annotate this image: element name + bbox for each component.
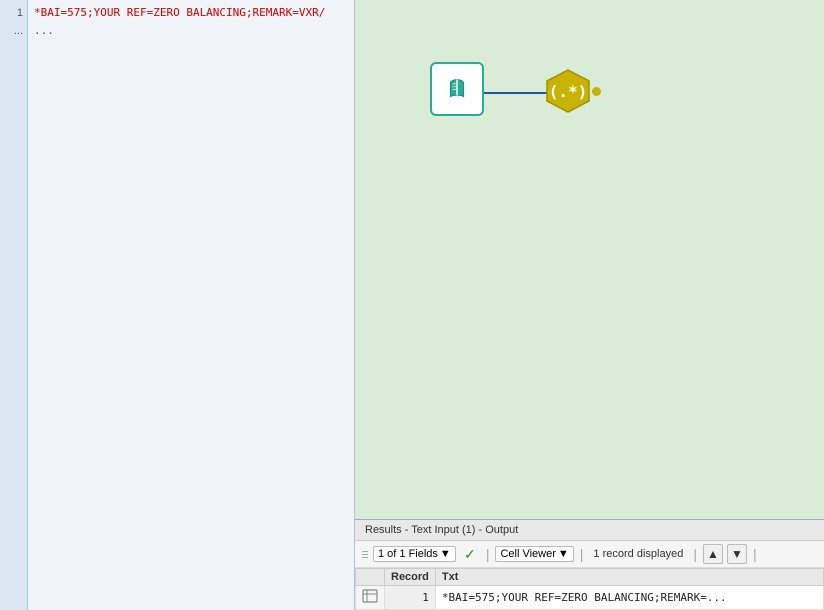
col-txt-header: Txt — [435, 569, 823, 586]
grip-line-3 — [362, 557, 368, 558]
left-panel: 1 ... *BAI=575;YOUR REF=ZERO BALANCING;R… — [0, 0, 355, 610]
canvas-area[interactable]: (.*) — [355, 0, 824, 519]
svg-text:(.*): (.*) — [549, 82, 588, 101]
browse-row-icon — [362, 588, 378, 604]
row-txt-cell: *BAI=575;YOUR REF=ZERO BALANCING;REMARK=… — [435, 586, 823, 610]
grip-line-1 — [362, 551, 368, 552]
regex-hex-icon: (.*) — [545, 68, 591, 114]
check-icon: ✓ — [464, 546, 476, 563]
row-num-cell: 1 — [385, 586, 436, 610]
data-row-1: *BAI=575;YOUR REF=ZERO BALANCING;REMARK=… — [34, 4, 348, 22]
fields-text: 1 of 1 Fields — [378, 548, 438, 560]
row-numbers: 1 ... — [0, 0, 28, 610]
connector-line — [484, 92, 548, 94]
grip-line-2 — [362, 554, 368, 555]
toolbar-separator-1: | — [484, 546, 492, 562]
results-header-text: Results - Text Input (1) - Output — [365, 524, 518, 536]
cell-viewer-button[interactable]: Cell Viewer ▼ — [495, 546, 573, 562]
row-num-dots: ... — [14, 22, 23, 40]
fields-selector[interactable]: 1 of 1 Fields ▼ — [373, 546, 456, 562]
table-header-row: Record Txt — [356, 569, 824, 586]
col-browse-icon — [356, 569, 385, 586]
book-icon — [440, 72, 474, 106]
check-button[interactable]: ✓ — [460, 544, 480, 564]
row-num-1: 1 — [17, 4, 23, 22]
left-content: *BAI=575;YOUR REF=ZERO BALANCING;REMARK=… — [28, 0, 354, 610]
fields-dropdown-arrow: ▼ — [440, 548, 451, 560]
data-row-dots: ... — [34, 22, 348, 40]
regex-node[interactable]: (.*) — [545, 68, 591, 117]
nav-up-icon: ▲ — [707, 547, 719, 561]
text-input-node[interactable] — [430, 62, 484, 116]
results-panel: Results - Text Input (1) - Output 1 of 1… — [355, 519, 824, 610]
nav-up-button[interactable]: ▲ — [703, 544, 723, 564]
cell-viewer-arrow: ▼ — [558, 548, 569, 560]
right-panel: (.*) Results - Text Input (1) - Output 1… — [355, 0, 824, 610]
record-count-text: 1 record displayed — [589, 548, 687, 560]
results-toolbar: 1 of 1 Fields ▼ ✓ | Cell Viewer ▼ | 1 re… — [355, 541, 824, 568]
results-table: Record Txt 1 *BAI=575;YOUR REF=ZERO BALA… — [355, 568, 824, 610]
table-row: 1 *BAI=575;YOUR REF=ZERO BALANCING;REMAR… — [356, 586, 824, 610]
toolbar-separator-4: | — [751, 546, 759, 562]
toolbar-grip — [361, 544, 369, 564]
browse-icon-cell[interactable] — [356, 586, 385, 610]
col-record-header: Record — [385, 569, 436, 586]
toolbar-separator-2: | — [578, 546, 586, 562]
nav-down-icon: ▼ — [731, 547, 743, 561]
nav-down-button[interactable]: ▼ — [727, 544, 747, 564]
results-header: Results - Text Input (1) - Output — [355, 520, 824, 541]
output-dot — [592, 87, 601, 96]
toolbar-separator-3: | — [691, 546, 699, 562]
cell-viewer-text: Cell Viewer — [500, 548, 555, 560]
